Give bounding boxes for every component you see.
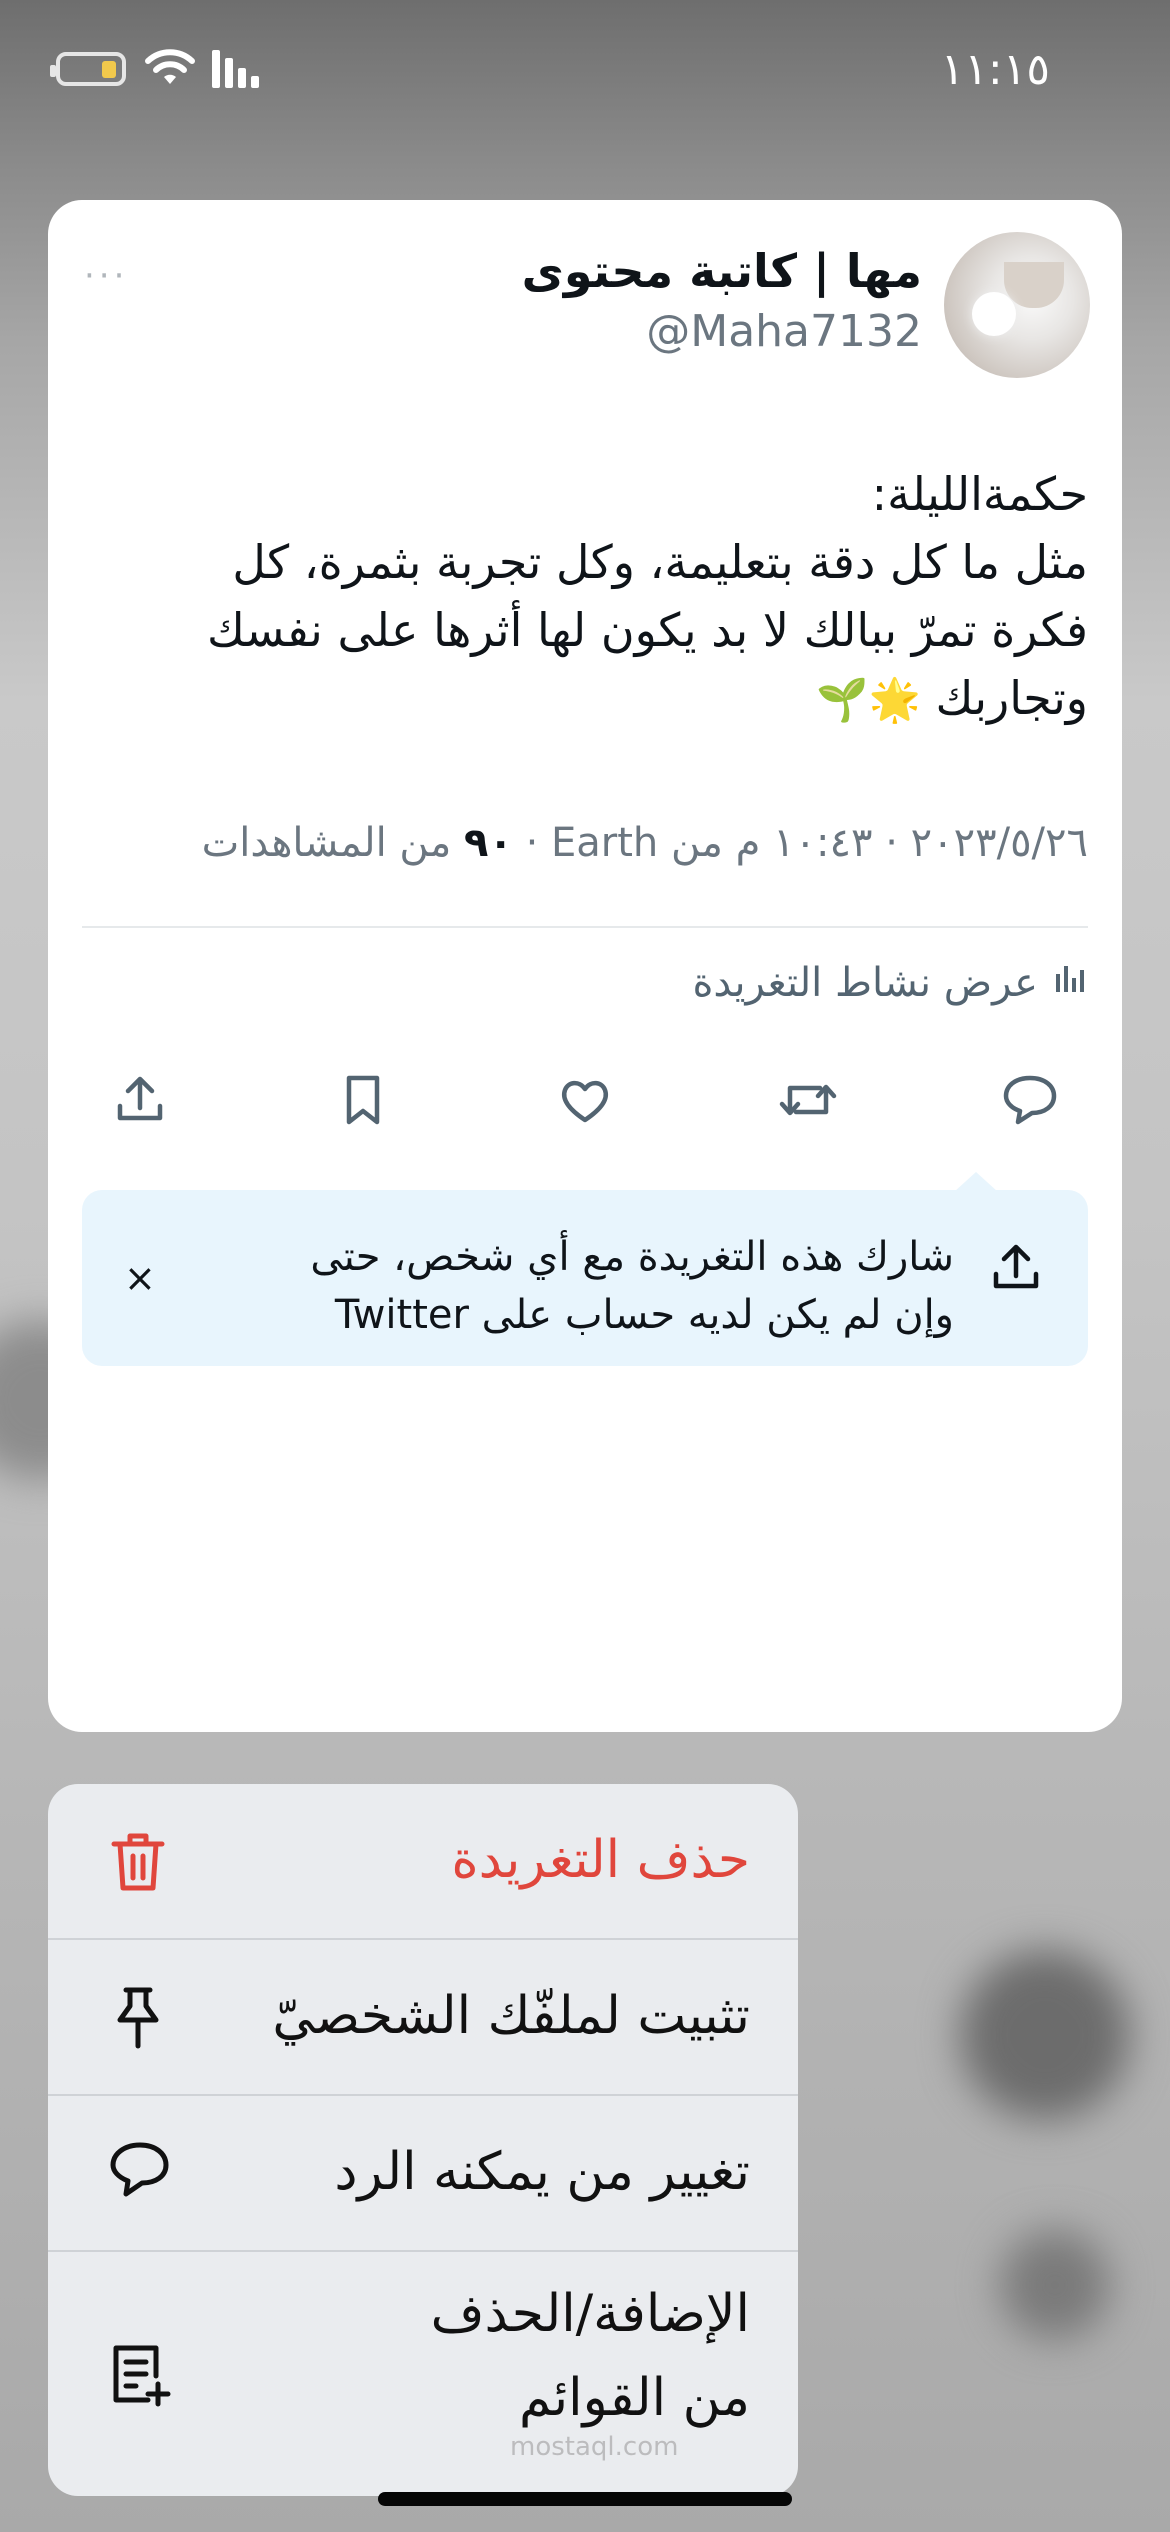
author-name[interactable]: مها | كاتبة محتوى [522, 244, 922, 298]
reply-icon [108, 2140, 172, 2204]
menu-item-add-remove-lists[interactable]: الإضافة/الحذف من القوائم [48, 2252, 798, 2496]
share-tip-banner: شارك هذه التغريدة مع أي شخص، حتى وإن لم … [82, 1172, 1088, 1366]
bookmark-icon[interactable] [331, 1068, 395, 1132]
context-menu: حذف التغريدة تثبيت لملفّك الشخصيّ تغيير … [48, 1784, 798, 2496]
wifi-icon [145, 49, 195, 84]
reply-icon[interactable] [998, 1068, 1062, 1132]
watermark: mostaql.com [510, 2432, 679, 2462]
like-heart-icon[interactable] [553, 1068, 617, 1132]
views-count: ٩٠ [464, 820, 513, 866]
tweet-emojis: 🌟🌱 [816, 675, 921, 724]
home-indicator[interactable] [378, 2492, 792, 2506]
menu-item-change-reply-settings[interactable]: تغيير من يمكنه الرد [48, 2096, 798, 2250]
menu-item-pin-to-profile[interactable]: تثبيت لملفّك الشخصيّ [48, 1940, 798, 2094]
share-icon[interactable] [108, 1068, 172, 1132]
share-tip-text: شارك هذه التغريدة مع أي شخص، حتى وإن لم … [310, 1234, 954, 1338]
list-add-icon [108, 2342, 172, 2412]
more-options-icon[interactable]: ··· [84, 256, 128, 296]
views-label: من المشاهدات [201, 820, 465, 866]
tweet-meta: ٢٠٢٣/٥/٢٦ · ١٠:٤٣ م من Earth · ٩٠ من الم… [202, 820, 1088, 866]
author-handle[interactable]: @Maha7132 [646, 306, 922, 357]
status-time: ١١:١٥ [940, 44, 1050, 95]
tweet-timestamp[interactable]: ٢٠٢٣/٥/٢٦ · ١٠:٤٣ م من Earth · [513, 820, 1088, 866]
activity-icon [1052, 960, 1088, 1006]
tweet-text: حكمةالليلة: مثل ما كل دقة بتعليمة، وكل ت… [88, 460, 1088, 734]
share-icon [988, 1240, 1044, 1300]
menu-item-label: الإضافة/الحذف من القوائم [430, 2284, 750, 2428]
menu-item-label: تغيير من يمكنه الرد [334, 2142, 750, 2202]
signal-icon [212, 50, 259, 88]
background-blob [960, 1950, 1130, 2120]
menu-item-label: تثبيت لملفّك الشخصيّ [272, 1986, 750, 2046]
tweet-body: حكمةالليلة: مثل ما كل دقة بتعليمة، وكل ت… [206, 467, 1088, 725]
tweet-actions [108, 1060, 1062, 1140]
retweet-icon[interactable] [776, 1068, 840, 1132]
menu-item-label: حذف التغريدة [451, 1830, 750, 1890]
divider [82, 926, 1088, 928]
tweet-card: مها | كاتبة محتوى @Maha7132 ··· حكمةاللي… [48, 200, 1122, 1732]
close-icon[interactable]: × [124, 1256, 156, 1300]
avatar[interactable] [944, 232, 1090, 378]
activity-label: عرض نشاط التغريدة [692, 960, 1038, 1006]
background-blob [1000, 2230, 1110, 2340]
tip-pointer [954, 1172, 998, 1192]
battery-icon [50, 52, 126, 86]
pin-icon [108, 1984, 168, 2054]
status-bar: ١١:١٥ [0, 0, 1170, 150]
menu-item-delete-tweet[interactable]: حذف التغريدة [48, 1784, 798, 1938]
trash-icon [108, 1830, 168, 1898]
view-tweet-activity[interactable]: عرض نشاط التغريدة [692, 960, 1088, 1006]
